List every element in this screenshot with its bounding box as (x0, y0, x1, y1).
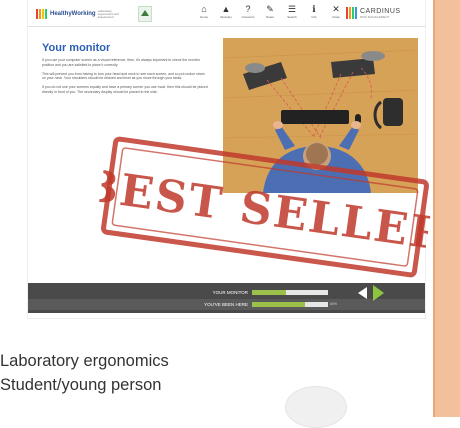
body-text: If you use your computer screen as a vis… (42, 58, 208, 99)
previous-arrow-icon[interactable] (358, 287, 367, 299)
nav-item-info[interactable]: ℹ Info (306, 4, 322, 19)
caption-subtitle: Student/young person (0, 376, 162, 394)
brand-name: HealthyWorking (50, 11, 96, 17)
progress-track (252, 290, 328, 295)
nav-label: Notes (266, 15, 274, 19)
top-nav: ⌂ Home ▲ Glossary ? Concerns ✎ Notes ☰ S… (196, 4, 344, 19)
keyboard-icon (281, 110, 349, 124)
side-rail (435, 0, 460, 417)
nav-label: Concerns (241, 15, 255, 19)
brand-tagline: Laboratory ergonomics self assessment (97, 8, 119, 19)
car-icon: ▲ (221, 4, 231, 14)
nav-item-home[interactable]: ⌂ Home (196, 4, 212, 19)
nav-item-concerns[interactable]: ? Concerns (240, 4, 256, 19)
pen-icon: ✎ (266, 4, 274, 14)
nav-label: Home (199, 15, 208, 19)
progress-fill (252, 302, 306, 307)
next-arrow-icon[interactable] (373, 285, 384, 301)
help-icon: ? (245, 4, 251, 14)
info-icon: ℹ (312, 4, 316, 14)
nav-item-search[interactable]: ☰ Search (284, 4, 300, 19)
progress-row: YOU'VE BEEN HERE 60% (28, 299, 425, 310)
brand-bars (36, 9, 47, 19)
nav-label: Search (287, 15, 297, 19)
nav-item-close[interactable]: ✕ Close (328, 4, 344, 19)
next-item-thumbnail (285, 386, 347, 428)
menu-icon: ☰ (287, 4, 297, 14)
nav-label: Info (311, 15, 317, 19)
progress-bar-panel: YOUR MONITOR YOU'VE BEEN HERE 60% (28, 283, 425, 313)
house-icon: ⌂ (201, 4, 207, 14)
body-paragraph: This will prevent you from having to tur… (42, 71, 205, 81)
progress-label: YOUR MONITOR (212, 290, 248, 295)
partner-badge-icon (138, 6, 152, 22)
nav-item-glossary[interactable]: ▲ Glossary (218, 4, 234, 19)
nav-label: Glossary (220, 15, 232, 19)
close-icon: ✕ (332, 4, 340, 14)
app-header: HealthyWorking Laboratory ergonomics sel… (28, 0, 425, 27)
body-paragraph: If you do not use your screens equally a… (42, 85, 208, 94)
progress-percent: 60% (330, 302, 338, 306)
page-title: Your monitor (42, 42, 111, 54)
body-paragraph: If you use your computer screen as a vis… (42, 58, 200, 67)
caption-title: Laboratory ergonomics (0, 352, 169, 370)
progress-track (252, 302, 328, 307)
nav-label: Close (332, 15, 340, 19)
progress-label: YOU'VE BEEN HERE (204, 302, 248, 307)
partner-logo: CARDINUS RISK MANAGEMENT (346, 7, 401, 19)
partner-bars (346, 7, 357, 19)
partner-sub: RISK MANAGEMENT (360, 14, 390, 19)
nav-item-notes[interactable]: ✎ Notes (262, 4, 278, 19)
brand-logo: HealthyWorking Laboratory ergonomics sel… (36, 8, 124, 20)
partner-name: CARDINUS (360, 7, 401, 15)
progress-fill (252, 290, 287, 295)
